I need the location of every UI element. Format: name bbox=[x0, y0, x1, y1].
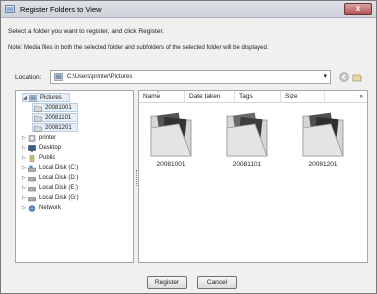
tree-item-desktop[interactable]: ▷ Desktop bbox=[22, 144, 82, 153]
tree-item-20081201[interactable]: 20081201 bbox=[32, 123, 78, 132]
column-header-tags[interactable]: Tags bbox=[235, 91, 281, 103]
pictures-folder-icon bbox=[29, 95, 37, 102]
tree-item-network[interactable]: ▷ Network bbox=[22, 204, 82, 213]
splitter-grip bbox=[136, 170, 137, 186]
desktop-icon bbox=[28, 145, 36, 152]
tree-item-local-disk-e[interactable]: ▷ Local Disk (E:) bbox=[22, 184, 92, 193]
column-header-date-taken[interactable]: Date taken bbox=[185, 91, 235, 103]
drive-icon bbox=[28, 197, 36, 202]
window-title: Register Folders to View bbox=[20, 5, 102, 14]
tree-item-label: Local Disk (C:) bbox=[39, 165, 79, 171]
instruction-text: Select a folder you want to register, an… bbox=[8, 28, 165, 35]
folder-name: 20081001 bbox=[156, 161, 186, 168]
drive-icon bbox=[28, 187, 36, 192]
folder-item-20081001[interactable]: 20081001 bbox=[141, 110, 201, 180]
close-button[interactable]: x bbox=[344, 3, 372, 15]
tree-item-label: 20081001 bbox=[45, 105, 72, 111]
tree-item-label: Local Disk (G:) bbox=[39, 195, 79, 201]
tree-item-pictures[interactable]: ◢ Pictures bbox=[22, 93, 70, 102]
column-header-size[interactable]: Size bbox=[281, 91, 325, 103]
tree-item-label: 20081201 bbox=[45, 125, 72, 131]
photo-folder-icon bbox=[302, 112, 344, 157]
chevron-down-icon[interactable]: ▾ bbox=[323, 72, 327, 80]
column-header-row: ^ Name Date taken Tags Size » bbox=[139, 91, 367, 103]
tree-item-local-disk-c[interactable]: ▷ Local Disk (C:) bbox=[22, 164, 92, 173]
sort-ascending-icon: ^ bbox=[157, 91, 160, 97]
tree-item-label: Local Disk (E:) bbox=[39, 185, 79, 191]
tree-item-label: printer bbox=[39, 135, 57, 141]
location-label: Location: bbox=[15, 74, 42, 81]
file-list[interactable]: ^ Name Date taken Tags Size » 20081001 2… bbox=[138, 90, 368, 263]
window-app-icon bbox=[5, 5, 15, 13]
tree-item-label: Public bbox=[39, 155, 56, 161]
drive-icon bbox=[28, 177, 36, 182]
tree-item-public[interactable]: ▷ Public bbox=[22, 154, 82, 163]
folder-name: 20081201 bbox=[308, 161, 338, 168]
user-folder-icon bbox=[28, 135, 36, 142]
location-combobox[interactable]: C:\Users\printer\Pictures ▾ bbox=[50, 70, 331, 84]
network-icon bbox=[28, 205, 36, 212]
tree-item-label: Network bbox=[39, 205, 62, 211]
tree-item-printer[interactable]: ▷ printer bbox=[22, 134, 82, 143]
close-icon: x bbox=[355, 4, 361, 13]
folder-tree[interactable]: ◢ Pictures 20081001 20081101 20081201 ▷ … bbox=[15, 90, 134, 263]
public-folder-icon bbox=[29, 155, 35, 162]
cancel-button[interactable]: Cancel bbox=[197, 276, 237, 289]
tree-item-label: Local Disk (D:) bbox=[39, 175, 79, 181]
new-folder-icon[interactable] bbox=[352, 72, 362, 82]
register-button[interactable]: Register bbox=[147, 276, 187, 289]
photo-folder-icon bbox=[226, 112, 268, 157]
folder-icon bbox=[34, 125, 42, 132]
note-text: Note: Media files in both the selected f… bbox=[8, 45, 269, 51]
folder-icon bbox=[34, 105, 42, 112]
register-folders-dialog: Register Folders to View x Select a fold… bbox=[0, 0, 377, 294]
tree-item-20081101[interactable]: 20081101 bbox=[32, 113, 78, 122]
folder-icon bbox=[34, 115, 42, 122]
title-bar: Register Folders to View x bbox=[1, 1, 376, 18]
back-icon[interactable] bbox=[339, 72, 349, 82]
folder-item-20081201[interactable]: 20081201 bbox=[293, 110, 353, 180]
tree-item-label: Pictures bbox=[40, 95, 62, 101]
photo-folder-icon bbox=[150, 112, 192, 157]
tree-item-20081001[interactable]: 20081001 bbox=[32, 103, 78, 112]
tree-item-label: 20081101 bbox=[45, 115, 72, 121]
more-columns-icon[interactable]: » bbox=[359, 91, 363, 103]
pictures-folder-icon bbox=[54, 73, 63, 81]
folder-item-20081101[interactable]: 20081101 bbox=[217, 110, 277, 180]
tree-item-label: Desktop bbox=[39, 145, 62, 151]
tree-item-local-disk-g[interactable]: ▷ Local Disk (G:) bbox=[22, 194, 92, 203]
folder-name: 20081101 bbox=[232, 161, 262, 168]
system-drive-icon bbox=[28, 165, 36, 172]
column-header-name[interactable]: ^ Name bbox=[139, 91, 185, 103]
tree-item-local-disk-d[interactable]: ▷ Local Disk (D:) bbox=[22, 174, 92, 183]
location-path: C:\Users\printer\Pictures bbox=[67, 74, 133, 80]
